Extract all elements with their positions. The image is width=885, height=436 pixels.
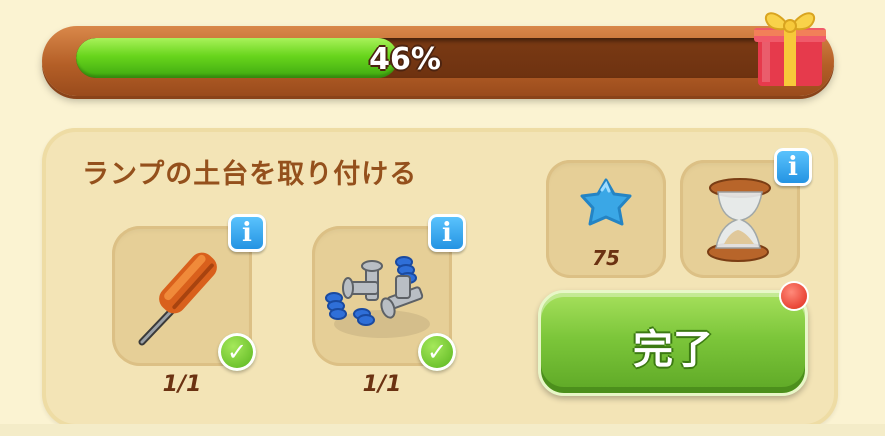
- bottom-strip: [0, 424, 885, 436]
- complete-button[interactable]: 完了: [538, 290, 808, 396]
- info-button-bolts[interactable]: i: [428, 214, 466, 252]
- progress-fill: [76, 38, 398, 78]
- info-button-timer[interactable]: i: [774, 148, 812, 186]
- blue-star-icon: [580, 178, 632, 226]
- check-icon-bolts: ✓: [418, 333, 456, 371]
- item-count-bolts: 1/1: [362, 372, 402, 397]
- complete-button-label: 完了: [633, 327, 713, 373]
- progress-percent-label: 46%: [369, 42, 441, 77]
- item-count-screwdriver: 1/1: [162, 372, 202, 397]
- gift-box-icon[interactable]: [748, 0, 832, 90]
- info-button-screwdriver[interactable]: i: [228, 214, 266, 252]
- notification-dot: [781, 283, 807, 309]
- task-title: ランプの土台を取り付ける: [82, 159, 418, 190]
- check-icon-screwdriver: ✓: [218, 333, 256, 371]
- reward-value: 75: [592, 246, 620, 270]
